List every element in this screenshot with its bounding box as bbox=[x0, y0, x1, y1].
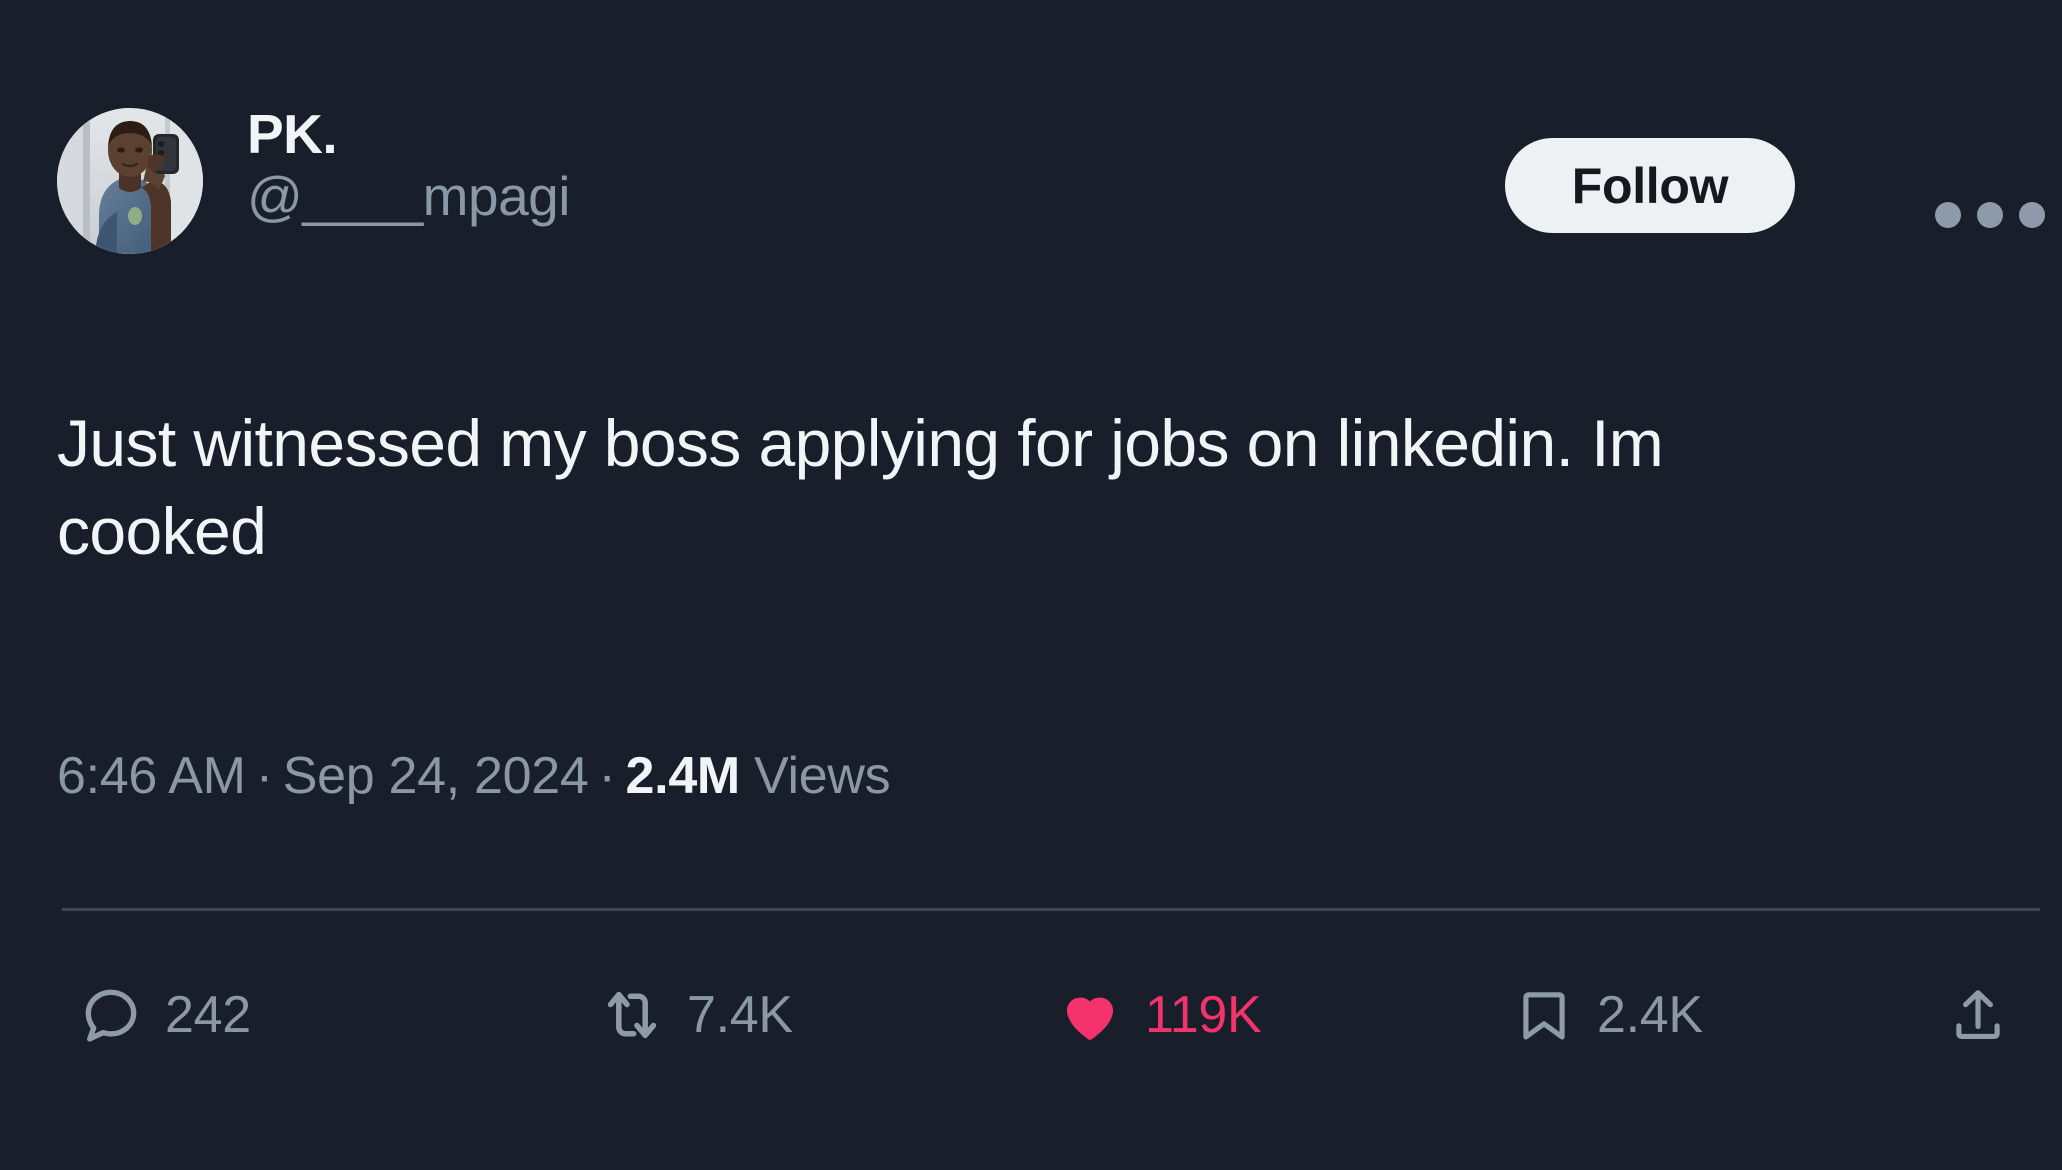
meta-separator: · bbox=[255, 747, 273, 805]
like-button[interactable]: 119K bbox=[1057, 960, 1262, 1070]
reply-icon bbox=[79, 983, 143, 1047]
views-label: Views bbox=[754, 747, 891, 805]
bookmark-button[interactable]: 2.4K bbox=[1513, 960, 1703, 1070]
bookmark-icon bbox=[1513, 984, 1575, 1046]
tweet-body-text: Just witnessed my boss applying for jobs… bbox=[57, 406, 1699, 568]
reply-button[interactable]: 242 bbox=[79, 960, 251, 1070]
more-dot-icon bbox=[1935, 202, 1961, 228]
like-count: 119K bbox=[1145, 986, 1262, 1044]
retweet-icon bbox=[599, 982, 665, 1048]
more-dot-icon bbox=[1977, 202, 2003, 228]
tweet-time: 6:46 AM bbox=[57, 747, 246, 805]
more-options-button[interactable] bbox=[1935, 195, 2045, 235]
views-count: 2.4M bbox=[625, 747, 741, 805]
action-bar: 242 7.4K 119K 2.4K bbox=[57, 960, 2047, 1070]
tweet-card: PK. @____mpagi Follow Just witnessed my … bbox=[0, 0, 2062, 1170]
reply-count: 242 bbox=[165, 986, 251, 1044]
meta-separator: · bbox=[598, 747, 616, 805]
author-handle: @____mpagi bbox=[247, 165, 571, 228]
author-identity[interactable]: PK. @____mpagi bbox=[247, 103, 1447, 228]
heart-icon bbox=[1057, 982, 1123, 1048]
tweet-date: Sep 24, 2024 bbox=[282, 747, 589, 805]
retweet-count: 7.4K bbox=[687, 986, 793, 1044]
tweet-header: PK. @____mpagi Follow bbox=[57, 103, 2045, 265]
tweet-meta: 6:46 AM · Sep 24, 2024 · 2.4M Views bbox=[57, 745, 891, 807]
retweet-button[interactable]: 7.4K bbox=[599, 960, 793, 1070]
divider bbox=[62, 908, 2040, 911]
share-icon bbox=[1947, 984, 2009, 1046]
author-display-name: PK. bbox=[247, 103, 338, 165]
bookmark-count: 2.4K bbox=[1597, 986, 1703, 1044]
more-dot-icon bbox=[2019, 202, 2045, 228]
avatar[interactable] bbox=[57, 108, 203, 254]
follow-button[interactable]: Follow bbox=[1505, 138, 1795, 233]
share-button[interactable] bbox=[1947, 960, 2009, 1070]
